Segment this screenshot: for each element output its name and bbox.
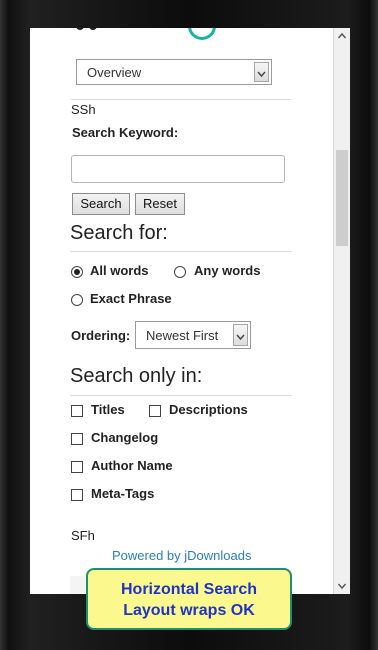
phone-screen: Overview SSh Search Keyword: Search Rese… bbox=[30, 28, 350, 594]
radio-all-words-label: All words bbox=[90, 263, 149, 278]
search-page: Overview SSh Search Keyword: Search Rese… bbox=[30, 28, 334, 594]
divider bbox=[71, 99, 291, 100]
checkbox-meta-tags[interactable] bbox=[71, 489, 83, 501]
logo-accent-icon bbox=[188, 28, 216, 40]
radio-any-words-label: Any words bbox=[194, 263, 261, 278]
search-for-heading: Search for: bbox=[70, 222, 168, 244]
ssh-label: SSh bbox=[71, 102, 96, 117]
vertical-scrollbar[interactable] bbox=[334, 28, 350, 594]
scrollbar-thumb[interactable] bbox=[336, 150, 348, 246]
category-dropdown-value: Overview bbox=[87, 65, 142, 80]
checkbox-author-name-label: Author Name bbox=[91, 458, 173, 473]
ordering-dropdown[interactable]: Newest First bbox=[135, 321, 251, 349]
radio-any-words[interactable] bbox=[174, 266, 186, 278]
chevron-down-icon[interactable] bbox=[254, 62, 269, 82]
search-button[interactable]: Search bbox=[72, 193, 130, 215]
divider bbox=[70, 395, 292, 396]
checkbox-meta-tags-label: Meta-Tags bbox=[91, 486, 155, 501]
annotation-callout: Horizontal Search Layout wraps OK bbox=[86, 568, 292, 630]
category-dropdown[interactable]: Overview bbox=[76, 59, 272, 85]
powered-by-link[interactable]: Powered by jDownloads bbox=[112, 548, 251, 563]
checkbox-descriptions[interactable] bbox=[149, 405, 161, 417]
scroll-down-icon[interactable] bbox=[334, 578, 350, 594]
callout-line-2: Layout wraps OK bbox=[123, 602, 255, 619]
callout-line-1: Horizontal Search bbox=[120, 581, 258, 598]
radio-all-words[interactable] bbox=[71, 266, 83, 278]
search-keyword-label: Search Keyword: bbox=[72, 125, 179, 140]
device-edge-right bbox=[370, 0, 378, 650]
device-edge-left bbox=[0, 0, 8, 650]
ordering-label: Ordering: bbox=[71, 328, 131, 343]
search-keyword-input[interactable] bbox=[71, 155, 285, 183]
checkbox-descriptions-label: Descriptions bbox=[169, 402, 248, 417]
sfh-label: SFh bbox=[71, 528, 95, 543]
checkbox-changelog-label: Changelog bbox=[91, 430, 159, 445]
logo-icon bbox=[76, 28, 106, 32]
ordering-dropdown-value: Newest First bbox=[146, 328, 219, 343]
chevron-down-icon[interactable] bbox=[233, 324, 248, 346]
scroll-up-icon[interactable] bbox=[334, 28, 350, 44]
checkbox-changelog[interactable] bbox=[71, 433, 83, 445]
search-only-heading: Search only in: bbox=[70, 365, 203, 387]
radio-exact-phrase-label: Exact Phrase bbox=[90, 291, 172, 306]
divider bbox=[70, 251, 292, 252]
checkbox-titles[interactable] bbox=[71, 405, 83, 417]
reset-button[interactable]: Reset bbox=[135, 193, 185, 215]
checkbox-author-name[interactable] bbox=[71, 461, 83, 473]
checkbox-titles-label: Titles bbox=[91, 402, 125, 417]
radio-exact-phrase[interactable] bbox=[71, 294, 83, 306]
